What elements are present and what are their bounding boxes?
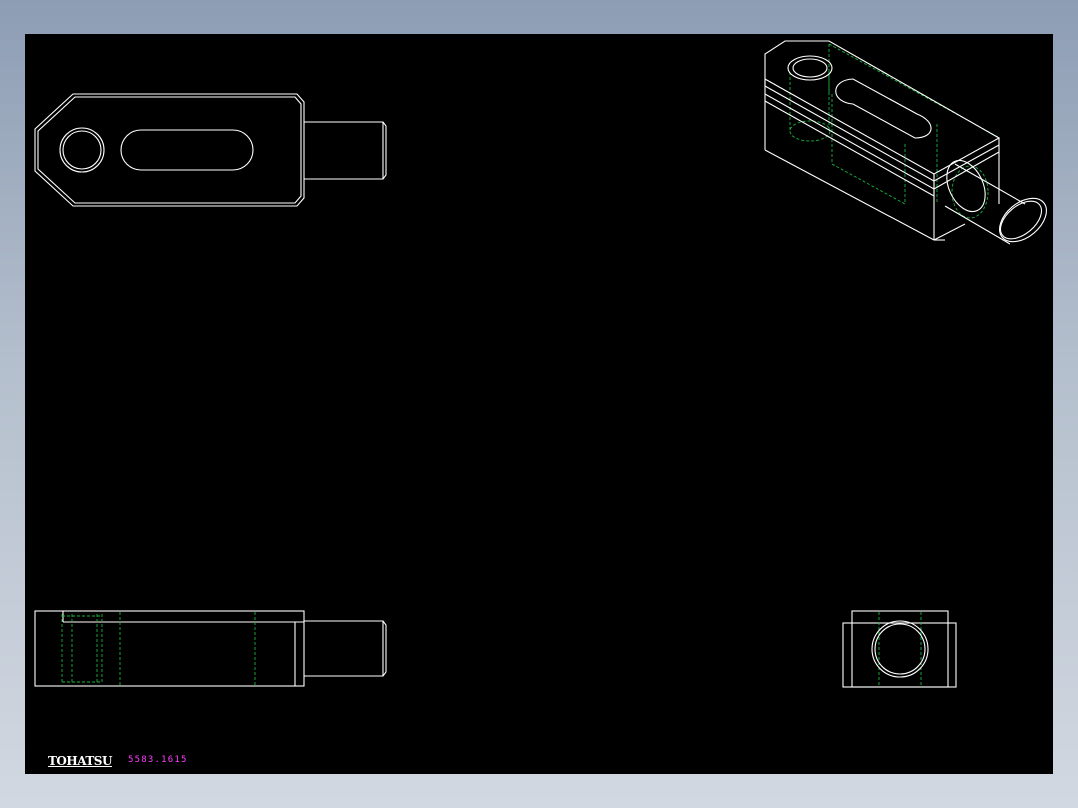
iso-front-bottom-right <box>933 223 966 241</box>
top-view-pin <box>304 121 387 180</box>
cad-drawing <box>34 40 1047 688</box>
top-view-hole-inner <box>62 130 102 170</box>
iso-bottom-front-edge <box>764 149 935 241</box>
top-view-slot <box>120 129 254 171</box>
top-view-hole-outer <box>59 127 105 173</box>
iso-hidden-slot-bottom <box>831 163 906 205</box>
iso-slot <box>835 78 932 139</box>
brand-logo-text: TOHATSU <box>48 754 112 768</box>
top-view-body-outline <box>34 93 305 207</box>
iso-hole-outer <box>787 55 833 81</box>
iso-hidden-hole-bottom <box>789 120 831 142</box>
iso-step-line-3 <box>764 100 935 197</box>
isometric-view <box>764 40 1047 245</box>
iso-pin-end-outer <box>999 197 1047 243</box>
front-view <box>34 610 387 687</box>
side-view-pin-outer <box>871 620 929 678</box>
iso-hidden-pin-end <box>951 165 989 219</box>
top-view <box>34 93 387 207</box>
drawing-canvas: TOHATSU 5583.1615 <box>25 34 1053 774</box>
side-view-body-upper <box>851 610 949 688</box>
side-view <box>842 610 957 688</box>
iso-hole-inner <box>792 58 828 78</box>
iso-step-line-2 <box>764 93 1000 190</box>
part-number-label: 5583.1615 <box>128 755 188 765</box>
side-view-pin-inner <box>874 623 926 675</box>
front-view-pin <box>304 620 387 677</box>
top-view-body-inner-outline <box>37 96 302 204</box>
